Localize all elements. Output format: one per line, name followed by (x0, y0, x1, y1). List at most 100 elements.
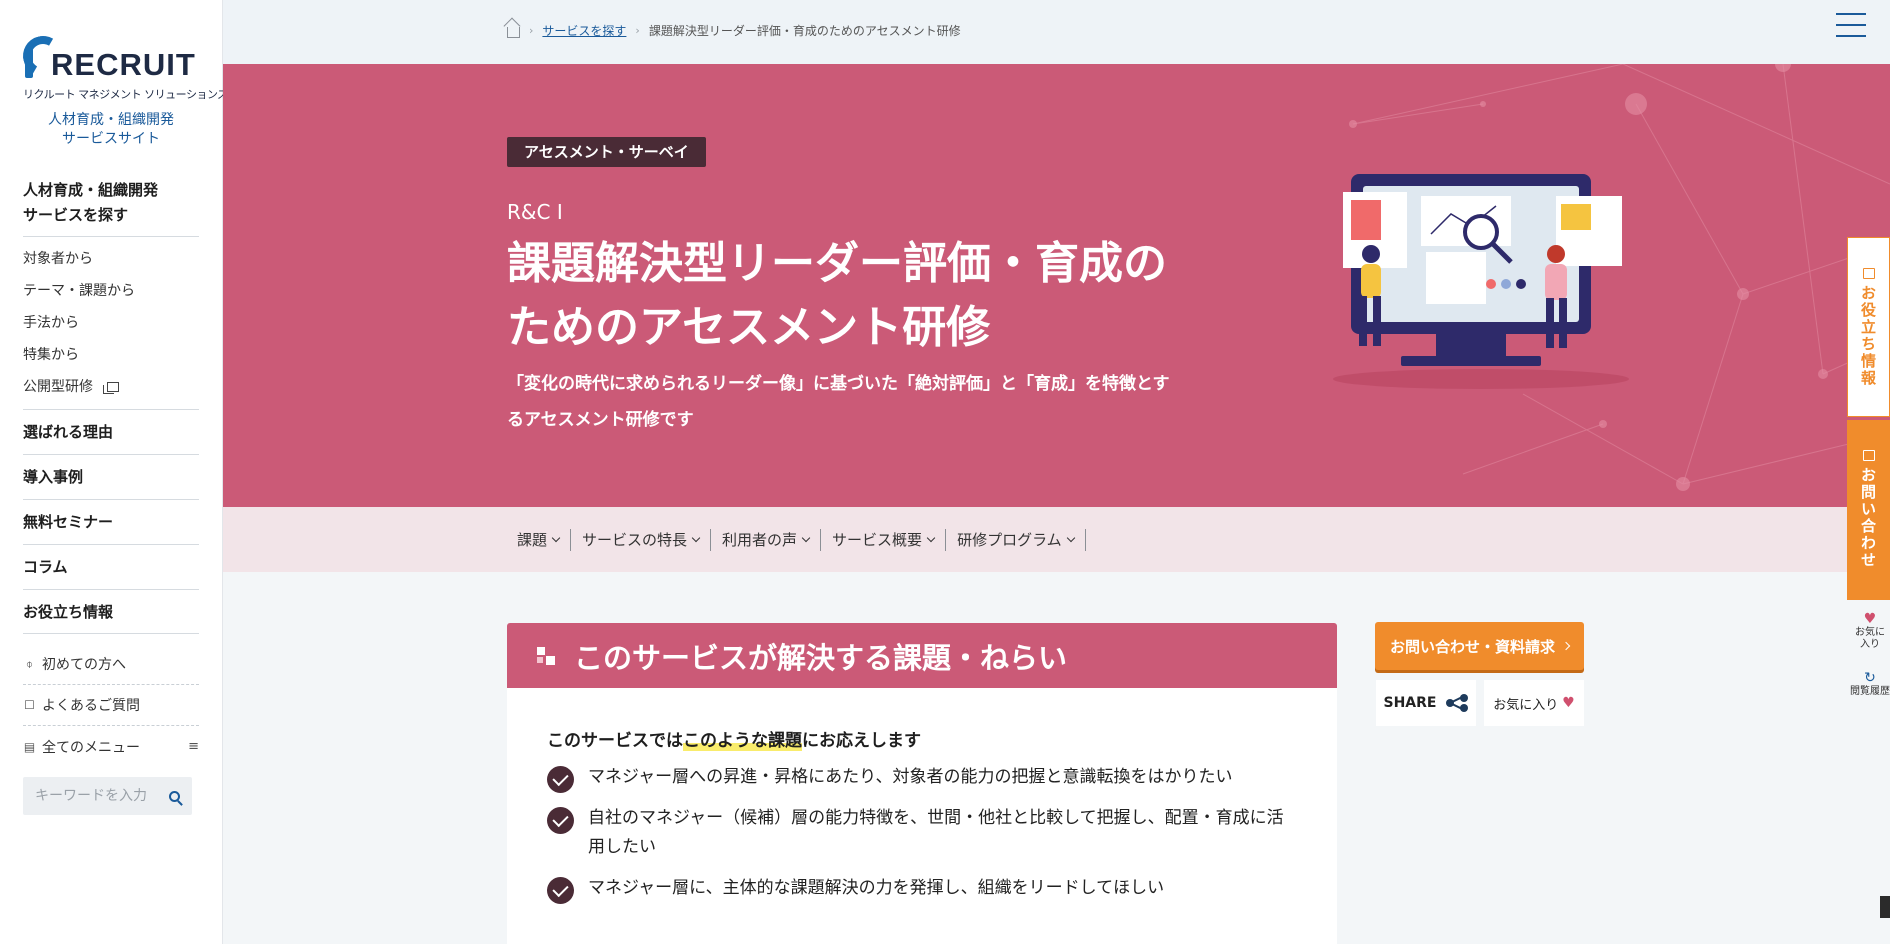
floating-contact-label: お問い合わせ (1859, 467, 1877, 569)
floating-favorite-label: 入り (1860, 639, 1880, 650)
tab-label: 利用者の声 (722, 531, 798, 549)
sidebar-item-seminar[interactable]: 無料セミナー (23, 499, 199, 544)
section-header: このサービスが解決する課題・ねらい (507, 623, 1337, 688)
mail-icon (1862, 450, 1875, 461)
check-circle-icon (547, 807, 574, 834)
tab-features[interactable]: サービスの特長 (571, 529, 712, 551)
intro-text: にお応えします (802, 731, 921, 751)
sidebar-util-list: ⌽ 初めての方へ ☐ よくあるご質問 ▤ 全てのメニュー ≡ (23, 644, 199, 767)
search-input[interactable] (35, 788, 155, 804)
sidebar-item-first-time[interactable]: ⌽ 初めての方へ (23, 644, 199, 685)
floating-history-button[interactable]: ↻ 閲覧履歴 (1850, 670, 1890, 698)
tab-label: サービスの特長 (582, 531, 688, 549)
share-button[interactable]: SHARE (1376, 680, 1476, 726)
favorite-button[interactable]: お気に入り ♥ (1484, 680, 1584, 726)
sidebar-item-method[interactable]: 手法から (23, 307, 199, 339)
chat-bubble-icon: ☐ (24, 698, 35, 712)
intro-highlight: このような課題 (683, 731, 802, 751)
favorite-label: お気に入り (1493, 697, 1559, 713)
sidebar-item-theme[interactable]: テーマ・課題から (23, 275, 199, 307)
section-nav-list: 課題 サービスの特長 利用者の声 サービス概要 研修プログラム (507, 529, 1086, 551)
sidebar-item-open-training[interactable]: 公開型研修 (23, 371, 199, 403)
menu-lines-icon: ≡ (188, 739, 199, 754)
sidebar-item-label: 特集から (23, 347, 79, 363)
top-bar: › サービスを探す › 課題解決型リーダー評価・育成のためのアセスメント研修 (223, 0, 1890, 64)
list-item-text: マネジャー層に、主体的な課題解決の力を発揮し、組織をリードしてほしい (588, 878, 1165, 898)
chevron-down-icon (926, 533, 936, 543)
check-circle-icon (547, 766, 574, 793)
sidebar-item-faq[interactable]: ☐ よくあるご質問 (23, 685, 199, 726)
page-title: 課題解決型リーダー評価・育成の ためのアセスメント研修 (507, 232, 1267, 360)
hero-banner: アセスメント・サーベイ R&C Ⅰ 課題解決型リーダー評価・育成の ためのアセス… (223, 64, 1890, 507)
history-clock-icon: ↻ (1864, 670, 1876, 686)
section-nav: 課題 サービスの特長 利用者の声 サービス概要 研修プログラム (223, 507, 1890, 572)
site-title[interactable]: 人材育成・組織開発 サービスサイト (23, 111, 199, 149)
logo-wordmark: RECRUIT (51, 47, 196, 82)
sidebar-item-column[interactable]: コラム (23, 544, 199, 589)
section-bullet-icon (537, 646, 555, 665)
list-item-text: マネジャー層への昇進・昇格にあたり、対象者の能力の把握と意識転換をはかりたい (588, 767, 1233, 787)
assessment-illustration (1333, 174, 1629, 389)
floating-contact-tab[interactable]: お問い合わせ (1847, 420, 1890, 600)
logo-mark-icon (18, 31, 68, 81)
hamburger-menu-icon[interactable] (1836, 13, 1866, 37)
logo-subtitle: リクルート マネジメント ソリューションズ (23, 88, 228, 101)
breadcrumb-link-services[interactable]: サービスを探す (542, 22, 626, 39)
sidebar-sub-list: 対象者から テーマ・課題から 手法から 特集から 公開型研修 (23, 243, 199, 403)
intro-text: このサービスでは (547, 731, 683, 751)
site-title-line1: 人材育成・組織開発 (48, 112, 174, 128)
page-title-line1: 課題解決型リーダー評価・育成の (507, 238, 1167, 289)
sidebar-item-reasons[interactable]: 選ばれる理由 (23, 409, 199, 454)
floating-useful-info-tab[interactable]: お役立ち情報 (1847, 237, 1890, 417)
check-circle-icon (547, 877, 574, 904)
hero-subtitle: R&C Ⅰ (507, 200, 563, 224)
section-body: このサービスではこのような課題にお応えします マネジャー層への昇進・昇格にあたり… (507, 688, 1337, 944)
tab-program[interactable]: 研修プログラム (946, 529, 1086, 551)
floating-favorite-button[interactable]: ♥ お気に 入り (1850, 611, 1890, 651)
home-icon[interactable] (507, 27, 520, 38)
tab-label: 課題 (517, 531, 548, 549)
sidebar-item-label: テーマ・課題から (23, 283, 135, 299)
scroll-top-tab[interactable] (1880, 896, 1890, 918)
list-item: 自社のマネジャー（候補）層の能力特徴を、世間・他社と比較して把握し、配置・育成に… (547, 804, 1297, 862)
share-label: SHARE (1383, 695, 1437, 711)
category-badge: アセスメント・サーベイ (507, 137, 706, 167)
sidebar-item-label: 手法から (23, 315, 79, 331)
tab-issues[interactable]: 課題 (507, 529, 572, 551)
hero-description-line2: るアセスメント研修です (507, 410, 694, 430)
sidebar-item-feature[interactable]: 特集から (23, 339, 199, 371)
contact-request-label: お問い合わせ・資料請求 (1389, 637, 1555, 656)
sidebar-main-list: 選ばれる理由 導入事例 無料セミナー コラム お役立ち情報 (23, 409, 199, 634)
search-icon[interactable] (169, 790, 180, 802)
recruit-logo[interactable]: RECRUIT (18, 30, 199, 82)
sidebar-item-all-menu[interactable]: ▤ 全てのメニュー ≡ (23, 726, 199, 767)
sidebar-item-useful-info[interactable]: お役立ち情報 (23, 589, 199, 634)
section-intro: このサービスではこのような課題にお応えします (547, 726, 1297, 751)
list-item: マネジャー層に、主体的な課題解決の力を発揮し、組織をリードしてほしい (547, 874, 1297, 904)
share-icon (1446, 694, 1469, 712)
section-title: このサービスが解決する課題・ねらい (574, 640, 1068, 675)
sidebar-item-label: よくあるご質問 (42, 698, 140, 714)
chevron-right-icon (1561, 641, 1571, 651)
chevron-down-icon (801, 533, 811, 543)
heart-icon: ♥ (1562, 695, 1575, 711)
sidebar-item-label: 公開型研修 (23, 379, 93, 395)
hero-description-line1: 「変化の時代に求められるリーダー像」に基づいた「絶対評価」と「育成」を特徴とす (507, 374, 1170, 394)
floating-useful-info-label: お役立ち情報 (1859, 285, 1877, 387)
tab-overview[interactable]: サービス概要 (821, 529, 947, 551)
contact-request-button[interactable]: お問い合わせ・資料請求 (1375, 622, 1584, 670)
sidebar-item-target[interactable]: 対象者から (23, 243, 199, 275)
leaf-icon: ⌽ (25, 656, 34, 671)
chevron-down-icon (691, 533, 701, 543)
tab-label: 研修プログラム (957, 531, 1062, 549)
sidebar-item-cases[interactable]: 導入事例 (23, 454, 199, 499)
sidebar-heading-services[interactable]: 人材育成・組織開発 サービスを探す (23, 178, 199, 237)
sidebar-item-label: 全てのメニュー (42, 739, 140, 756)
heart-icon: ♥ (1863, 611, 1877, 627)
tab-voices[interactable]: 利用者の声 (711, 529, 822, 551)
breadcrumb-separator: › (529, 24, 534, 37)
issue-list: マネジャー層への昇進・昇格にあたり、対象者の能力の把握と意識転換をはかりたい 自… (547, 763, 1297, 904)
sidebar-search (23, 777, 192, 815)
chevron-down-icon (1066, 533, 1075, 543)
breadcrumb-separator: › (635, 24, 640, 37)
